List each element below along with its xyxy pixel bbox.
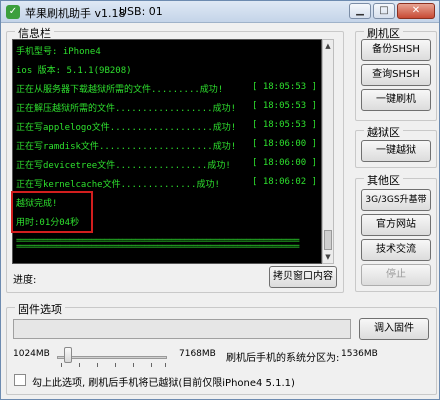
scroll-up-icon[interactable]: ▲ <box>323 40 333 52</box>
app-window: ✓ 苹果刷机助手 v1.18 USB: 01 ▁ □ ✕ 信息栏 手机型号: i… <box>0 0 440 400</box>
one-click-flash-button[interactable]: 一键刷机 <box>361 89 431 111</box>
partition-label: 刷机后手机的系统分区为: <box>226 353 340 364</box>
tech-exchange-button[interactable]: 技术交流 <box>361 239 431 261</box>
log-line: 正在从服务器下载越狱所需的文件.........成功! [ 18:05:53 ] <box>16 82 318 95</box>
log-text: 正在写applelogo文件 <box>16 123 110 133</box>
log-time: [ 18:05:53 ] <box>252 101 318 111</box>
slider-tick <box>97 363 98 367</box>
other-group-label: 其他区 <box>364 172 403 188</box>
close-button[interactable]: ✕ <box>397 3 435 19</box>
partition-slider-track[interactable] <box>57 356 167 359</box>
log-text: 正在写kernelcache文件 <box>16 180 121 190</box>
slider-tick <box>61 363 62 367</box>
slider-tick <box>79 363 80 367</box>
jailbreak-group-label: 越狱区 <box>364 124 403 140</box>
minimize-icon: ▁ <box>356 5 364 16</box>
app-icon: ✓ <box>6 5 20 19</box>
log-time: [ 18:06:00 ] <box>252 139 318 149</box>
log-time: [ 18:05:53 ] <box>252 120 318 130</box>
log-text: 正在解压越狱所需的文件 <box>16 104 116 114</box>
scroll-thumb[interactable] <box>324 230 332 250</box>
log-line: 正在写kernelcache文件..............成功! [ 18:0… <box>16 177 318 190</box>
log-text: 正在写ramdisk文件 <box>16 142 99 152</box>
log-status: 成功! <box>199 85 224 95</box>
log-separator: ========================================… <box>16 242 300 252</box>
official-website-button[interactable]: 官方网站 <box>361 214 431 236</box>
close-icon: ✕ <box>411 5 421 16</box>
maximize-icon: □ <box>379 5 389 16</box>
minimize-button[interactable]: ▁ <box>349 3 371 19</box>
log-time: [ 18:05:53 ] <box>252 82 318 92</box>
upgrade-baseband-button[interactable]: 3G/3GS升基带 <box>361 189 431 211</box>
log-time: [ 18:06:02 ] <box>252 177 318 187</box>
slider-tick <box>151 363 152 367</box>
log-text: 手机型号: iPhone4 <box>16 47 101 57</box>
partition-slider-thumb[interactable] <box>64 347 72 363</box>
log-status: 成功! <box>212 123 237 133</box>
progress-label: 进度: <box>13 275 37 286</box>
firmware-progress-bar <box>13 319 351 339</box>
log-time: [ 18:06:00 ] <box>252 158 318 168</box>
highlight-annotation <box>11 191 93 233</box>
window-title: 苹果刷机助手 v1.18 <box>25 7 126 20</box>
partition-value: 1536MB <box>341 349 378 359</box>
log-status: 成功! <box>212 104 236 114</box>
log-text: ios 版本: 5.1.1(9B208) <box>16 66 132 76</box>
checkbox-label: 勾上此选项, 刷机后手机将已越狱(目前仅限iPhone4 5.1.1) <box>32 378 295 389</box>
slider-tick <box>165 363 166 367</box>
log-status: 成功! <box>196 180 220 190</box>
scroll-down-icon[interactable]: ▼ <box>323 251 333 263</box>
log-line: 正在写ramdisk文件.....................成功! [ 1… <box>16 139 318 152</box>
copy-window-button[interactable]: 拷贝窗口内容 <box>269 266 337 288</box>
log-line: 正在写devicetree文件.................成功! [ 18… <box>16 158 318 171</box>
jailbreak-after-flash-checkbox[interactable] <box>14 374 26 386</box>
firmware-group-label: 固件选项 <box>15 301 65 317</box>
usb-status: USB: 01 <box>119 5 163 18</box>
log-line: 正在解压越狱所需的文件..................成功! [ 18:05… <box>16 101 318 114</box>
slider-max-label: 7168MB <box>179 349 216 359</box>
backup-shsh-button[interactable]: 备份SHSH <box>361 39 431 61</box>
slider-min-label: 1024MB <box>13 349 50 359</box>
slider-tick <box>133 363 134 367</box>
log-status: 成功! <box>212 142 237 152</box>
one-click-jailbreak-button[interactable]: 一键越狱 <box>361 140 431 162</box>
log-line: ios 版本: 5.1.1(9B208) <box>16 63 132 76</box>
import-firmware-button[interactable]: 调入固件 <box>359 318 429 340</box>
log-status: 成功! <box>207 161 231 171</box>
log-line: 手机型号: iPhone4 <box>16 44 101 57</box>
log-text: 正在写devicetree文件 <box>16 161 116 171</box>
stop-button[interactable]: 停止 <box>361 264 431 286</box>
query-shsh-button[interactable]: 查询SHSH <box>361 64 431 86</box>
log-scrollbar[interactable]: ▲ ▼ <box>322 39 334 264</box>
log-text: 正在从服务器下载越狱所需的文件 <box>16 85 152 95</box>
slider-tick <box>115 363 116 367</box>
maximize-button[interactable]: □ <box>373 3 395 19</box>
title-bar: ✓ 苹果刷机助手 v1.18 USB: 01 ▁ □ ✕ <box>1 1 439 23</box>
log-line: 正在写applelogo文件...................成功! [ 1… <box>16 120 318 133</box>
